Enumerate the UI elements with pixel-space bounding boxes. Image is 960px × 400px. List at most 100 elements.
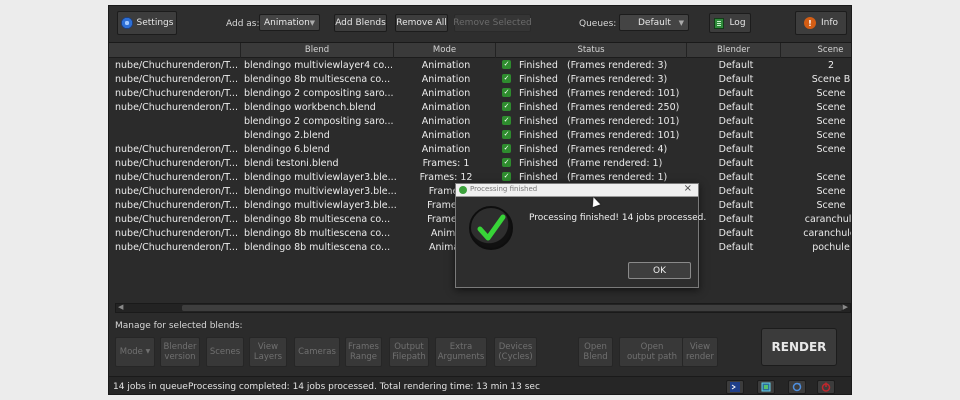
- scrollbar-thumb[interactable]: [182, 305, 842, 311]
- cell-path: nube/Chuchurenderon/T...: [115, 200, 238, 211]
- view-render-button[interactable]: View render: [682, 337, 718, 367]
- output-filepath-button[interactable]: Output Filepath: [389, 337, 429, 367]
- column-header-blender[interactable]: Blender: [687, 43, 781, 58]
- log-button[interactable]: Log: [709, 13, 751, 33]
- cell-scene: Scene: [816, 130, 846, 141]
- table-row[interactable]: nube/Chuchurenderon/T... blendingo 8b mul…: [109, 73, 851, 87]
- status-text: Finished (Frames rendered: 4): [519, 144, 668, 155]
- cell-blender: Default: [718, 172, 754, 183]
- cell-scene: Scene B: [811, 74, 851, 85]
- mode-button[interactable]: Mode ▼: [115, 337, 155, 367]
- column-header-status[interactable]: Status: [496, 43, 687, 58]
- add-as-value: Animation: [264, 17, 310, 28]
- blender-cube-icon[interactable]: [757, 380, 775, 394]
- horizontal-scrollbar[interactable]: ◀ ▶: [115, 303, 851, 313]
- remove-selected-label: Remove Selected: [453, 18, 532, 28]
- view-layers-label-1: View: [257, 342, 279, 352]
- open-output-path-label-2: output path: [626, 352, 678, 362]
- cameras-button[interactable]: Cameras: [294, 337, 340, 367]
- devices-cycles-button[interactable]: Devices (Cycles): [494, 337, 537, 367]
- cell-scene: Scene: [816, 186, 846, 197]
- table-row[interactable]: nube/Chuchurenderon/T... blendingo 6.blen…: [109, 143, 851, 157]
- cell-scene: Scene: [816, 200, 846, 211]
- table-row[interactable]: nube/Chuchurenderon/T... blendingo 2 comp…: [109, 87, 851, 101]
- cell-blender: Default: [718, 102, 754, 113]
- queues-select[interactable]: Default ▼: [619, 14, 689, 31]
- cell-mode: Animation: [421, 144, 471, 155]
- table-row[interactable]: nube/Chuchurenderon/T... blendingo multiv…: [109, 59, 851, 73]
- extra-arguments-button[interactable]: Extra Arguments: [435, 337, 487, 367]
- cell-path: nube/Chuchurenderon/T...: [115, 60, 238, 71]
- cell-blend: blendingo multiviewlayer3.ble...: [244, 200, 396, 211]
- cell-blend: blendingo multiviewlayer4 co...: [244, 60, 394, 71]
- table-row[interactable]: nube/Chuchurenderon/T... blendingo workbe…: [109, 101, 851, 115]
- frames-range-label-1: Frames: [348, 342, 379, 352]
- devices-label-2: (Cycles): [498, 352, 533, 362]
- cell-blender: Default: [718, 116, 754, 127]
- scroll-right-icon[interactable]: ▶: [843, 303, 848, 311]
- cell-status: ✓ Finished (Frames rendered: 101): [502, 115, 687, 129]
- scenes-button[interactable]: Scenes: [206, 337, 244, 367]
- cell-blend: blendingo multiviewlayer3.ble...: [244, 186, 396, 197]
- table-row[interactable]: blendingo 2.blend Animation ✓ Finished (Fra…: [109, 129, 851, 143]
- add-as-select[interactable]: Animation ▼: [259, 14, 320, 31]
- column-header-path[interactable]: [109, 43, 241, 58]
- cell-mode: Animation: [421, 102, 471, 113]
- finished-check-icon: ✓: [502, 60, 511, 69]
- cell-mode: Animation: [421, 88, 471, 99]
- add-blends-button[interactable]: Add Blends: [334, 14, 387, 32]
- status-text: Finished (Frames rendered: 101): [519, 130, 680, 141]
- info-icon: !: [803, 17, 816, 29]
- close-icon[interactable]: ×: [684, 183, 692, 194]
- cell-status: ✓ Finished (Frames rendered: 3): [502, 59, 687, 73]
- cell-blend: blendingo 8b multiescena co...: [244, 74, 391, 85]
- cell-path: nube/Chuchurenderon/T...: [115, 158, 238, 169]
- info-button[interactable]: ! Info: [795, 11, 847, 35]
- ok-label: OK: [653, 265, 666, 276]
- cell-blender: Default: [718, 74, 754, 85]
- power-icon[interactable]: [817, 380, 835, 394]
- queues-label: Queues:: [579, 19, 617, 29]
- table-row[interactable]: blendingo 2 compositing saro... Animation…: [109, 115, 851, 129]
- settings-label: Settings: [136, 18, 174, 28]
- open-blend-button[interactable]: Open Blend: [578, 337, 613, 367]
- cell-path: nube/Chuchurenderon/T...: [115, 228, 238, 239]
- cell-blender: Default: [718, 130, 754, 141]
- remove-all-button[interactable]: Remove All: [395, 14, 448, 32]
- cell-blend: blendingo 6.blend: [244, 144, 330, 155]
- blender-version-label-2: version: [164, 352, 196, 362]
- settings-button[interactable]: Settings: [117, 11, 177, 35]
- column-header-blend[interactable]: Blend: [241, 43, 394, 58]
- dialog-title: Processing finished: [470, 185, 538, 193]
- finished-check-icon: ✓: [502, 74, 511, 83]
- extra-arguments-label-2: Arguments: [437, 352, 485, 362]
- scroll-left-icon[interactable]: ◀: [118, 303, 123, 311]
- frames-range-button[interactable]: Frames Range: [345, 337, 382, 367]
- cell-blend: blendingo multiviewlayer3.ble...: [244, 172, 396, 183]
- table-row[interactable]: nube/Chuchurenderon/T... blendi testoni.b…: [109, 157, 851, 171]
- render-label: RENDER: [771, 340, 827, 354]
- render-button[interactable]: RENDER: [761, 328, 837, 366]
- cell-blender: Default: [718, 242, 754, 253]
- cell-path: nube/Chuchurenderon/T...: [115, 214, 238, 225]
- cell-blender: Default: [718, 60, 754, 71]
- cell-path: [115, 115, 239, 129]
- terminal-icon[interactable]: [726, 380, 744, 394]
- blender-version-button[interactable]: Blender version: [160, 337, 200, 367]
- status-text: Finished (Frames rendered: 1): [519, 172, 668, 183]
- ok-button[interactable]: OK: [628, 262, 691, 279]
- open-output-path-button[interactable]: Open output path: [619, 337, 685, 367]
- view-layers-button[interactable]: View Layers: [249, 337, 287, 367]
- dialog-title-bar: Processing finished ×: [456, 183, 698, 197]
- cell-path: nube/Chuchurenderon/T...: [115, 88, 238, 99]
- cell-path: nube/Chuchurenderon/T...: [115, 242, 238, 253]
- cell-blend: blendingo 8b multiescena co...: [244, 214, 391, 225]
- open-blend-label-1: Open: [584, 342, 607, 352]
- finished-check-icon: ✓: [502, 130, 511, 139]
- column-header-mode[interactable]: Mode: [394, 43, 496, 58]
- column-header-scene[interactable]: Scene: [781, 43, 851, 58]
- remove-selected-button[interactable]: Remove Selected: [453, 14, 532, 32]
- cell-blender: Default: [718, 144, 754, 155]
- refresh-icon[interactable]: [788, 380, 806, 394]
- cell-blend: blendi testoni.blend: [244, 158, 339, 169]
